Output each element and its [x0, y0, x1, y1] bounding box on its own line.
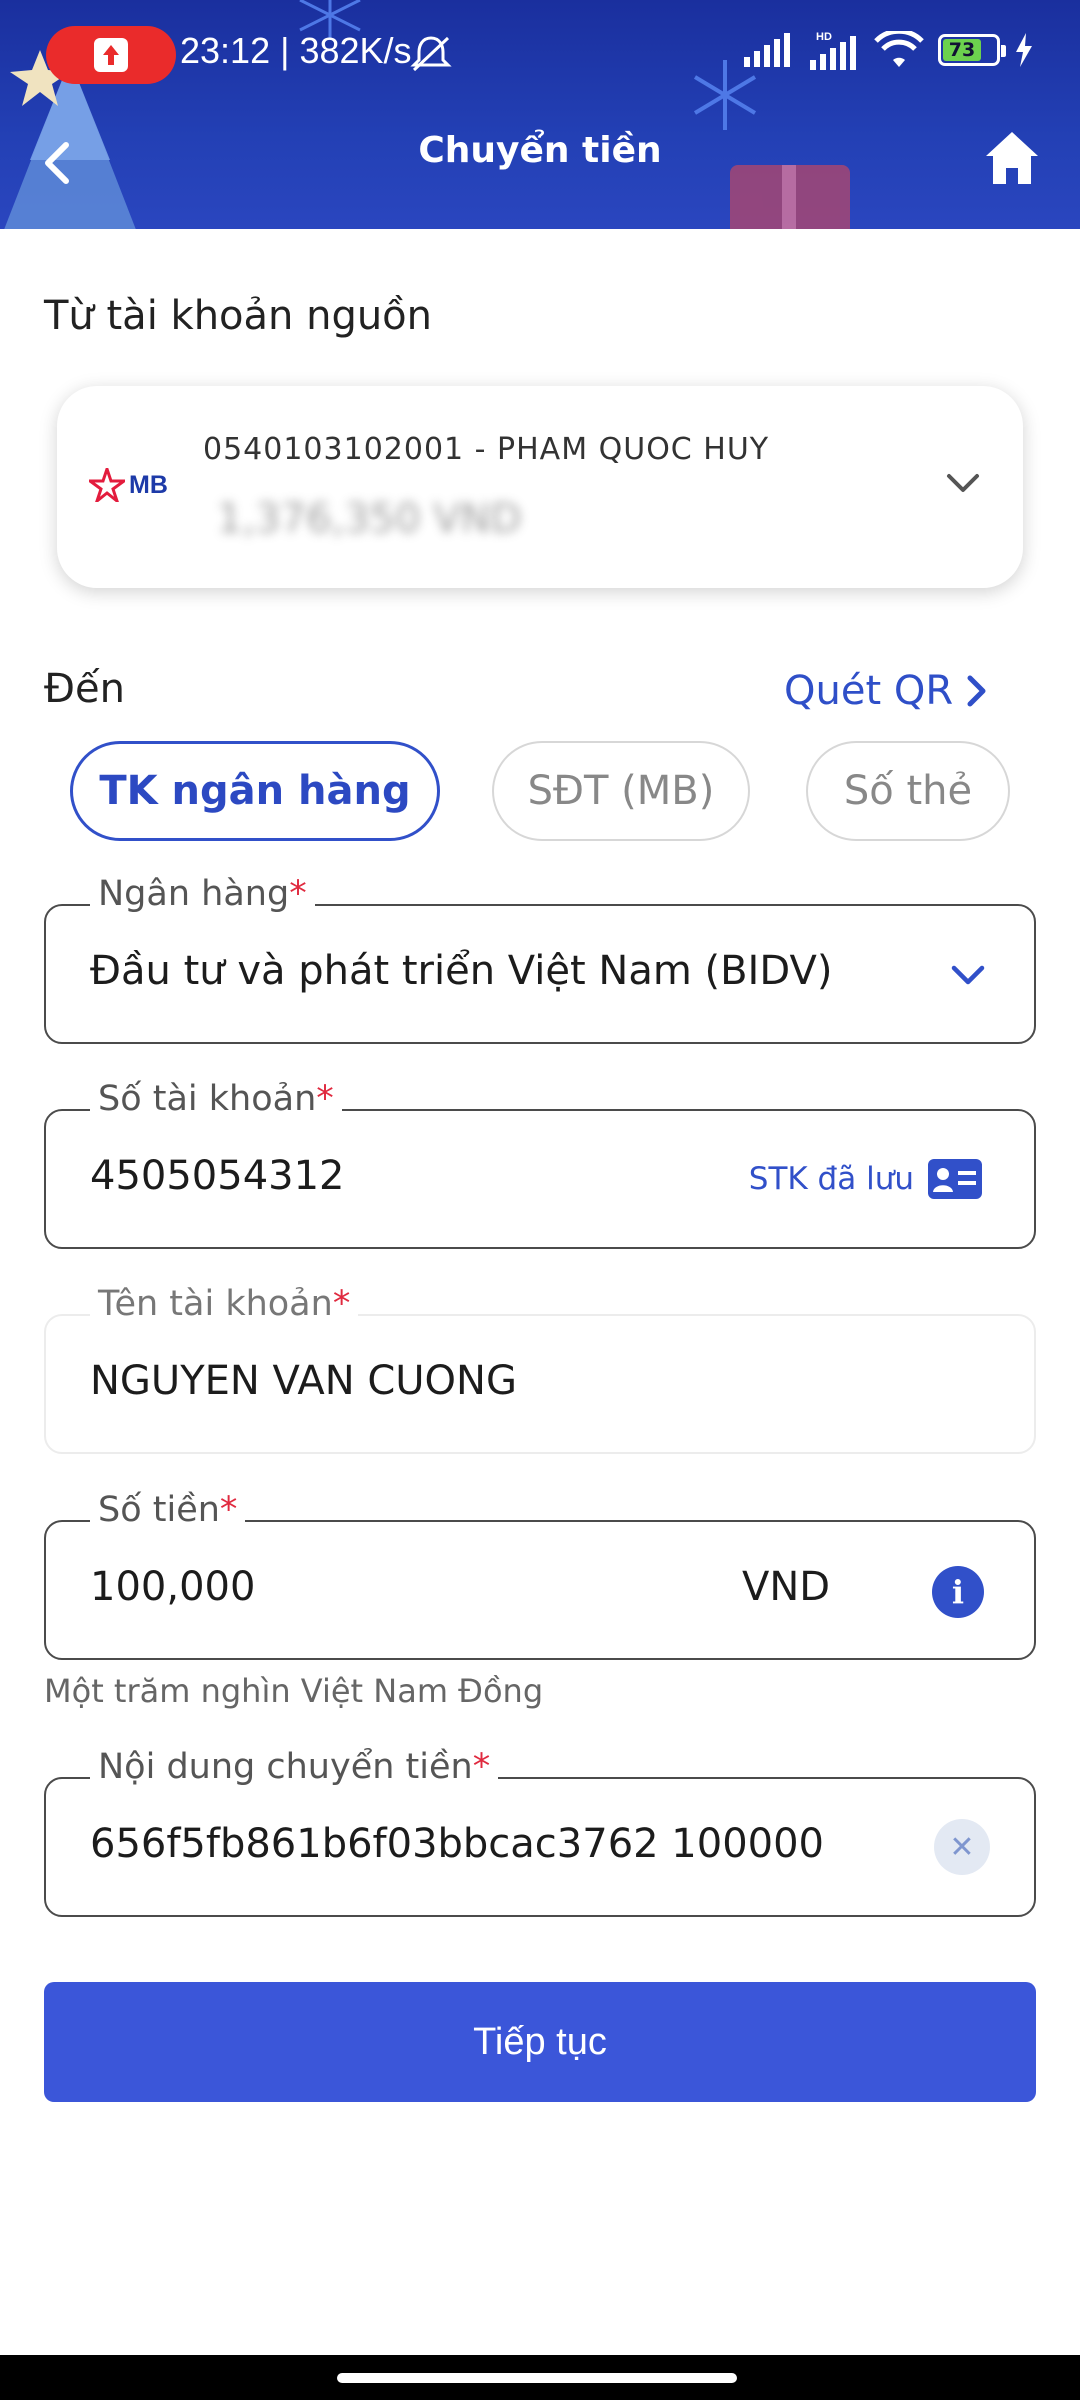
signal-icon — [744, 33, 790, 67]
transfer-content-value: 656f5fb861b6f03bbcac3762 100000 — [90, 1821, 825, 1867]
saved-accounts-button[interactable]: STK đã lưu — [749, 1159, 982, 1199]
currency-unit: VND — [742, 1564, 831, 1610]
scan-qr-label: Quét QR — [784, 668, 954, 714]
amount-label: Số tiền* — [90, 1490, 246, 1530]
hd-signal-icon: HD — [810, 31, 856, 70]
app-header: 23:12 | 382K/s HD 73 Chuyển tiền — [0, 0, 1080, 229]
screen-record-indicator[interactable] — [46, 26, 176, 84]
status-bar: 23:12 | 382K/s HD 73 — [0, 0, 1080, 110]
account-number-value: 4505054312 — [90, 1153, 345, 1199]
clear-icon[interactable]: ✕ — [934, 1819, 990, 1875]
charging-icon — [1016, 33, 1032, 67]
svg-text:HD: HD — [816, 31, 832, 43]
gift-decoration — [730, 165, 850, 229]
status-time: 23:12 | 382K/s — [180, 30, 412, 71]
source-account-label: Từ tài khoản nguồn — [44, 293, 433, 339]
record-icon — [94, 38, 128, 72]
status-icons: HD 73 — [742, 30, 1034, 70]
contact-card-icon — [928, 1159, 982, 1199]
amount-value: 100,000 — [90, 1564, 256, 1610]
tab-card-number[interactable]: Số thẻ — [806, 741, 1010, 841]
source-balance: 1,376,350 VND — [217, 496, 522, 542]
continue-button[interactable]: Tiếp tục — [44, 1982, 1036, 2102]
chevron-down-icon — [947, 474, 979, 492]
account-name-field: Tên tài khoản* NGUYEN VAN CUONG — [44, 1284, 1036, 1454]
transfer-content-label: Nội dung chuyển tiền* — [90, 1747, 499, 1787]
account-name-label: Tên tài khoản* — [90, 1284, 359, 1324]
tab-phone-mb[interactable]: SĐT (MB) — [492, 741, 750, 841]
source-account-selector[interactable]: MB 0540103102001 - PHAM QUOC HUY 1,376,3… — [57, 386, 1023, 588]
battery-level: 73 — [943, 39, 981, 61]
account-number-field[interactable]: Số tài khoản* 4505054312 STK đã lưu — [44, 1079, 1036, 1249]
amount-in-words: Một trăm nghìn Việt Nam Đồng — [44, 1672, 544, 1710]
chevron-down-icon — [951, 965, 985, 985]
mb-star-icon — [89, 468, 125, 502]
info-icon[interactable]: i — [932, 1566, 984, 1618]
home-indicator[interactable] — [337, 2373, 737, 2383]
scan-qr-link[interactable]: Quét QR — [784, 668, 989, 714]
account-number-label: Số tài khoản* — [90, 1079, 342, 1119]
battery-icon: 73 — [938, 34, 1006, 66]
home-icon[interactable] — [982, 128, 1042, 188]
account-name-value: NGUYEN VAN CUONG — [90, 1358, 517, 1404]
mute-icon — [410, 36, 452, 72]
amount-field[interactable]: Số tiền* 100,000 VND i — [44, 1490, 1036, 1660]
mb-bank-logo: MB — [89, 468, 168, 502]
wifi-icon — [874, 31, 924, 67]
source-account-number: 0540103102001 - PHAM QUOC HUY — [203, 432, 770, 467]
destination-label: Đến — [44, 666, 125, 712]
chevron-right-icon — [967, 675, 986, 707]
bank-value: Đầu tư và phát triển Việt Nam (BIDV) — [90, 948, 833, 994]
page-title: Chuyển tiền — [418, 130, 662, 171]
bank-select[interactable]: Ngân hàng* Đầu tư và phát triển Việt Nam… — [44, 874, 1036, 1044]
bank-field-label: Ngân hàng* — [90, 874, 315, 914]
transfer-content-field[interactable]: Nội dung chuyển tiền* 656f5fb861b6f03bbc… — [44, 1747, 1036, 1917]
tab-bank-account[interactable]: TK ngân hàng — [70, 741, 440, 841]
